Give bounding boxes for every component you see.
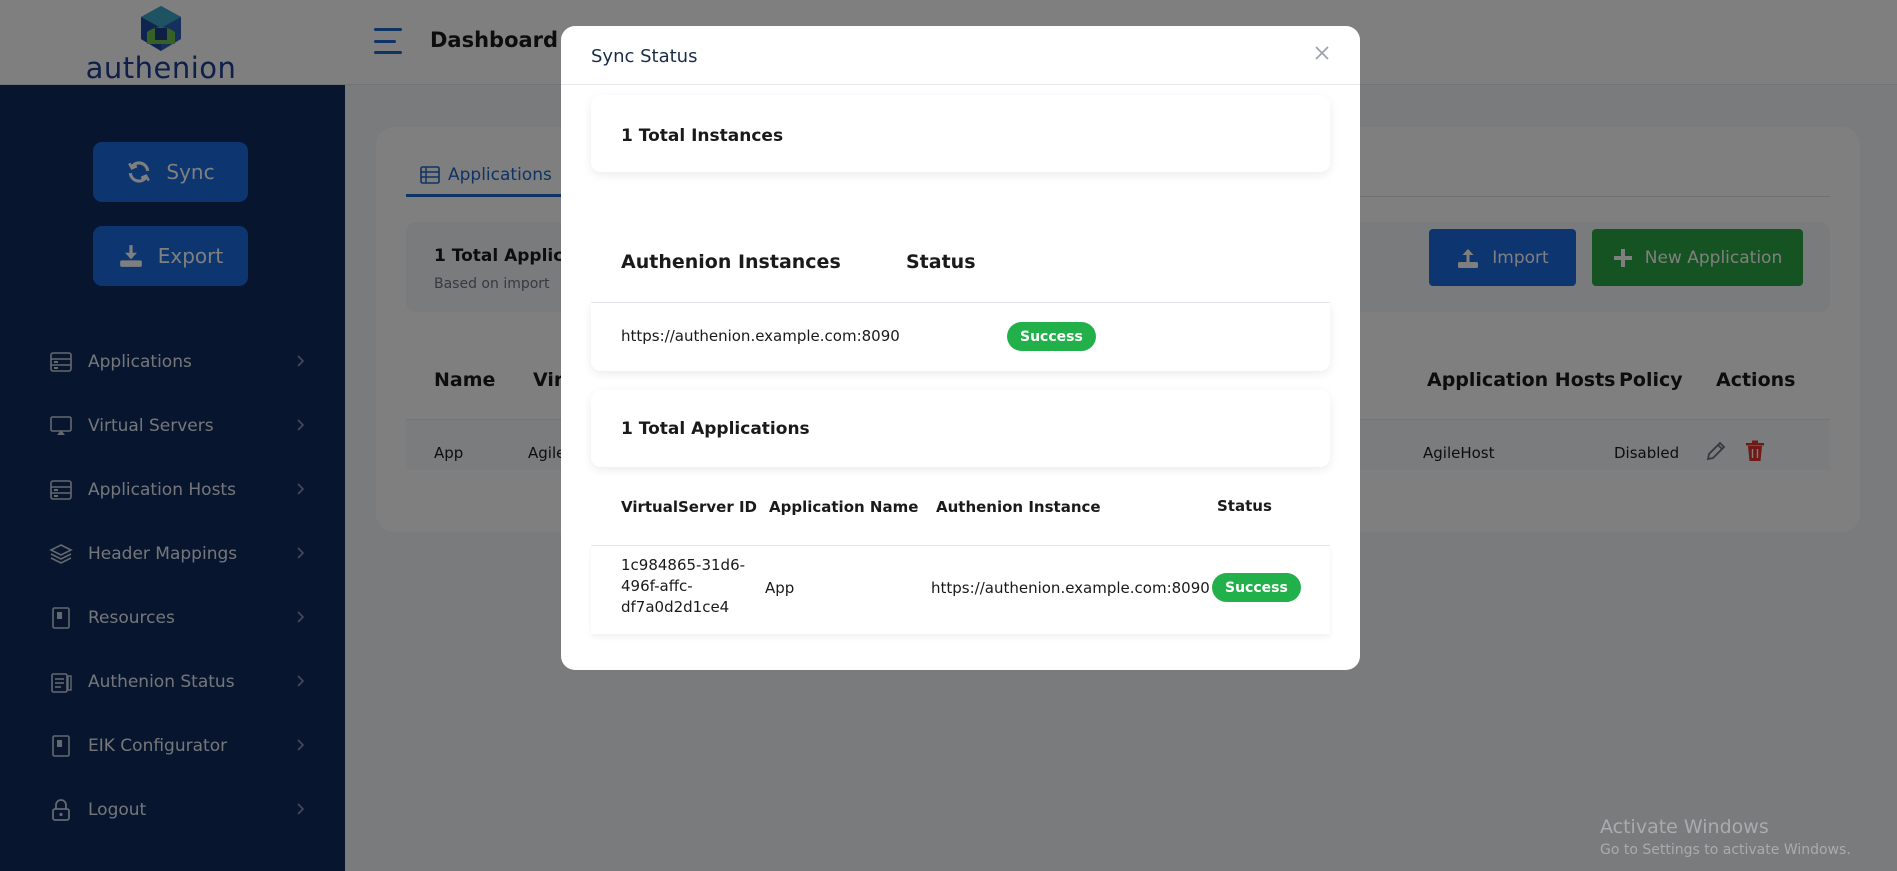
- close-icon[interactable]: [1313, 44, 1331, 62]
- modal-body: 1 Total Instances Authenion Instances St…: [591, 85, 1330, 670]
- virtualserver-id-line: 496f-affc-: [621, 577, 693, 595]
- virtualserver-id: 1c984865-31d6- 496f-affc- df7a0d2d1ce4: [621, 555, 745, 618]
- instances-summary-panel: 1 Total Instances: [591, 95, 1330, 172]
- application-row[interactable]: 1c984865-31d6- 496f-affc- df7a0d2d1ce4 A…: [591, 546, 1330, 634]
- virtualserver-id-line: df7a0d2d1ce4: [621, 598, 730, 616]
- modal-header: Sync Status: [561, 26, 1360, 85]
- status-badge: Success: [1212, 573, 1301, 602]
- application-name-cell: App: [765, 579, 795, 597]
- status-badge: Success: [1007, 322, 1096, 351]
- column-header-app-status: Status: [1217, 497, 1272, 515]
- column-header-application-name: Application Name: [769, 498, 919, 516]
- instance-url: https://authenion.example.com:8090: [621, 327, 900, 345]
- watermark-subtitle: Go to Settings to activate Windows.: [1600, 842, 1851, 858]
- sync-status-modal: Sync Status 1 Total Instances Authenion …: [561, 26, 1360, 670]
- instance-row[interactable]: https://authenion.example.com:8090 Succe…: [591, 303, 1330, 371]
- authenion-instance-cell: https://authenion.example.com:8090: [931, 579, 1210, 597]
- windows-activation-watermark: Activate Windows Go to Settings to activ…: [1600, 816, 1851, 858]
- column-header-status: Status: [906, 251, 976, 273]
- column-header-virtualserver-id: VirtualServer ID: [621, 498, 757, 516]
- column-header-authenion-instance: Authenion Instance: [936, 498, 1101, 516]
- applications-summary-panel: 1 Total Applications: [591, 390, 1330, 467]
- column-header-authenion-instances: Authenion Instances: [621, 251, 841, 273]
- watermark-title: Activate Windows: [1600, 816, 1769, 838]
- instances-total-title: 1 Total Instances: [621, 126, 784, 146]
- virtualserver-id-line: 1c984865-31d6-: [621, 556, 746, 574]
- applications-total-title: 1 Total Applications: [621, 419, 810, 439]
- modal-title: Sync Status: [591, 46, 698, 67]
